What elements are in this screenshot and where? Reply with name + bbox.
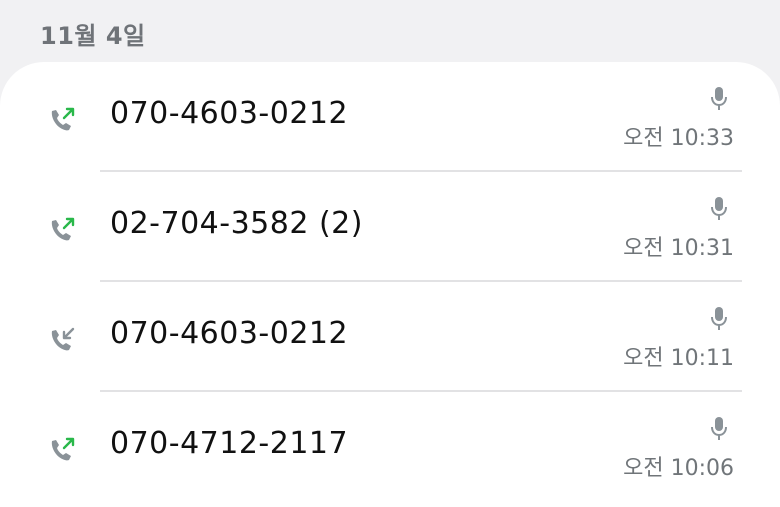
mic-icon [711, 87, 727, 110]
mic-icon [711, 197, 727, 220]
call-time: 오전 10:11 [623, 346, 734, 371]
call-time: 오전 10:06 [623, 456, 734, 481]
call-log-row[interactable]: 02-704-3582 (2) 오전 10:31 [0, 172, 780, 282]
call-log-card: 070-4603-0212 오전 10:33 02-704-3582 (2) 오… [0, 62, 780, 507]
call-log-row[interactable]: 070-4603-0212 오전 10:11 [0, 282, 780, 392]
phone-number: 02-704-3582 (2) [110, 206, 363, 241]
phone-number: 070-4712-2117 [110, 426, 349, 461]
mic-icon [711, 307, 727, 330]
call-time: 오전 10:31 [623, 236, 734, 261]
call-time: 오전 10:33 [623, 126, 734, 151]
outgoing-call-icon [51, 217, 75, 241]
call-log-row[interactable]: 070-4712-2117 오전 10:06 [0, 392, 780, 502]
phone-number: 070-4603-0212 [110, 96, 349, 131]
outgoing-call-icon [51, 107, 75, 131]
mic-icon [711, 417, 727, 440]
date-header: 11월 4일 [40, 22, 146, 50]
outgoing-call-icon [51, 437, 75, 461]
call-log-row[interactable]: 070-4603-0212 오전 10:33 [0, 62, 780, 172]
incoming-call-icon [51, 327, 75, 351]
phone-number: 070-4603-0212 [110, 316, 349, 351]
